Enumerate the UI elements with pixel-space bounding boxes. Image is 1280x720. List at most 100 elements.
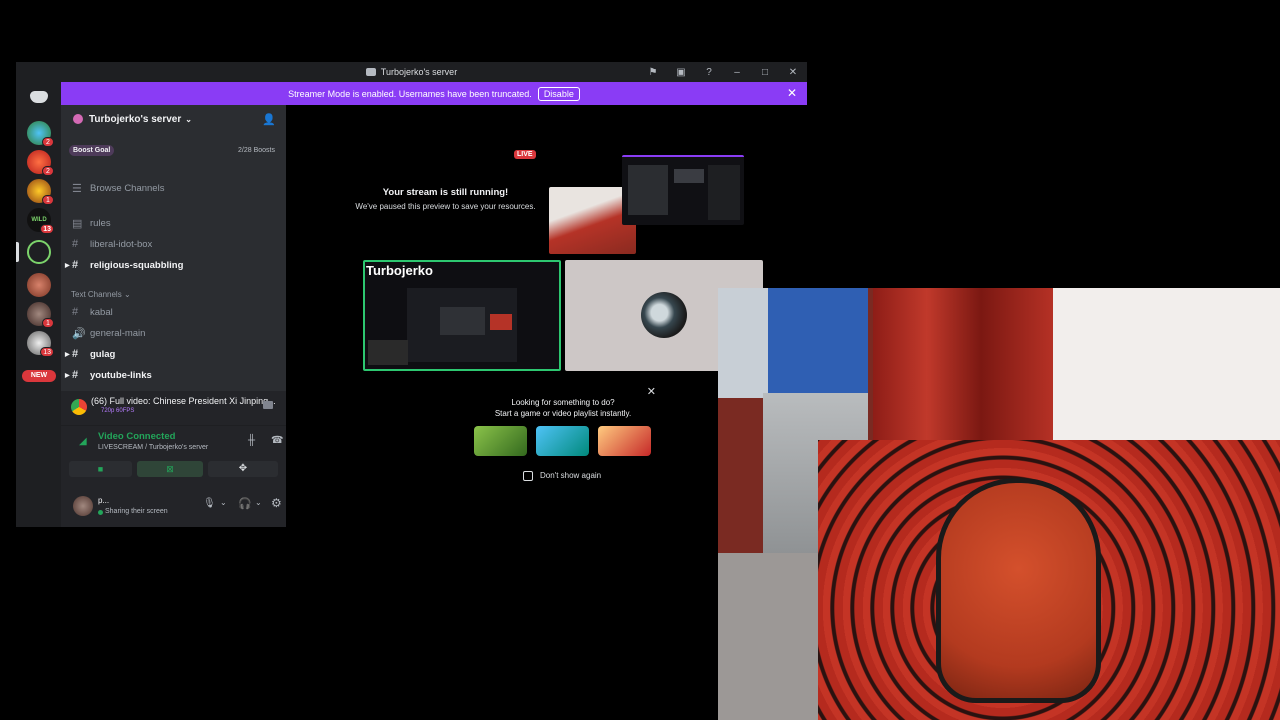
channel-sidebar: Turbojerko's server ⌄ 👤 Boost Goal 2/28 … bbox=[61, 105, 286, 527]
disable-streamer-mode-button[interactable]: Disable bbox=[537, 86, 580, 101]
invite-icon[interactable]: 👤 bbox=[262, 113, 276, 126]
minimize-button[interactable]: – bbox=[723, 67, 751, 78]
hash-icon: # bbox=[72, 306, 79, 318]
discord-home-icon[interactable] bbox=[30, 91, 48, 103]
user-name: p... bbox=[98, 496, 110, 505]
server-icon[interactable]: 1 bbox=[27, 302, 54, 328]
voice-location[interactable]: LIVESCREAM / Turbojerko's server bbox=[98, 444, 208, 451]
channel-religious-squabbling[interactable]: ▶ # religious-squabbling bbox=[65, 257, 184, 273]
category-label: Text Channels bbox=[71, 290, 122, 299]
inbox-icon[interactable]: ▣ bbox=[667, 67, 695, 78]
boost-count: 2/28 Boosts bbox=[238, 147, 275, 154]
dont-show-label: Don't show again bbox=[540, 471, 602, 480]
maximize-button[interactable]: □ bbox=[751, 67, 779, 78]
speaker-icon: 🔊 bbox=[72, 327, 86, 340]
close-banner-icon[interactable]: ✕ bbox=[787, 86, 797, 100]
channel-rules[interactable]: ▤ rules bbox=[72, 215, 111, 231]
server-icon[interactable]: 1 bbox=[27, 179, 54, 205]
activities-button[interactable]: ✥ bbox=[208, 461, 278, 477]
server-icon[interactable]: 2 bbox=[27, 150, 54, 176]
notification-badge: 2 bbox=[42, 166, 54, 176]
disconnect-icon[interactable]: ☎ bbox=[271, 435, 283, 446]
boost-goal-label: Boost Goal bbox=[69, 145, 115, 156]
browse-channels[interactable]: ☰ Browse Channels bbox=[72, 180, 164, 196]
server-name: Turbojerko's server bbox=[89, 113, 182, 125]
hash-icon: # bbox=[72, 369, 79, 381]
paused-title: Your stream is still running! bbox=[382, 187, 509, 198]
discord-window: Turbojerko's server ⚑ ▣ ? – □ ✕ Streamer… bbox=[16, 62, 807, 527]
hash-icon: # bbox=[72, 348, 79, 360]
screen-preview[interactable] bbox=[622, 155, 744, 225]
game-poker-button[interactable] bbox=[598, 426, 651, 456]
channel-gulag[interactable]: ▶ # gulag bbox=[65, 346, 116, 362]
channel-liberal-idot-box[interactable]: # liberal-idot-box bbox=[72, 236, 152, 252]
channel-youtube-links[interactable]: ▶ # youtube-links bbox=[65, 367, 152, 383]
voice-status[interactable]: Video Connected bbox=[98, 431, 175, 442]
boost-goal-bar[interactable]: Boost Goal 2/28 Boosts bbox=[69, 145, 275, 159]
category-text-channels[interactable]: Text Channels ⌄ bbox=[71, 290, 131, 299]
channel-general-main[interactable]: 🔊 general-main bbox=[72, 325, 145, 341]
live-badge: LIVE bbox=[514, 150, 536, 159]
server-badge-icon bbox=[73, 114, 83, 124]
server-icon[interactable]: WILD 13 bbox=[27, 208, 54, 234]
notification-badge: 1 bbox=[42, 318, 54, 328]
channel-label: liberal-idot-box bbox=[90, 238, 153, 250]
flag-icon[interactable]: ⚑ bbox=[639, 67, 667, 78]
tile-username: Turbojerko bbox=[366, 263, 433, 278]
server-rail: 2 2 1 WILD 13 1 13 NEW bbox=[16, 82, 61, 527]
screen-preview-content bbox=[628, 165, 668, 215]
chevron-down-icon[interactable]: ⌄ bbox=[220, 498, 227, 507]
paused-subtitle: We've paused this preview to save your r… bbox=[355, 202, 536, 211]
browse-icon: ☰ bbox=[72, 182, 82, 195]
channel-label: religious-squabbling bbox=[90, 259, 184, 271]
server-header[interactable]: Turbojerko's server ⌄ 👤 bbox=[61, 105, 286, 133]
server-icon[interactable]: 13 bbox=[27, 331, 54, 357]
channel-label: gulag bbox=[90, 348, 116, 360]
screen-preview-content bbox=[674, 169, 704, 183]
screen-share-button[interactable]: ⊠ bbox=[137, 461, 203, 477]
unread-indicator: ▶ bbox=[65, 263, 70, 269]
avatar[interactable] bbox=[73, 496, 93, 516]
microphone-icon[interactable]: 🎙 bbox=[203, 498, 216, 509]
dont-show-checkbox[interactable] bbox=[523, 471, 533, 481]
notification-badge: 2 bbox=[42, 137, 54, 147]
hash-icon: # bbox=[72, 238, 79, 250]
hash-icon: # bbox=[72, 259, 79, 271]
stop-stream-icon[interactable] bbox=[263, 401, 273, 409]
stream-tile-turbojerko[interactable]: Turbojerko bbox=[363, 260, 561, 371]
activity-promo: ✕ Looking for something to do? Start a g… bbox=[464, 385, 662, 498]
channel-kabal[interactable]: # kabal bbox=[72, 304, 113, 320]
camera-button[interactable]: ■ bbox=[69, 461, 132, 477]
server-icon[interactable]: 2 bbox=[27, 121, 54, 147]
wall-left bbox=[718, 288, 768, 398]
tile-screen-content bbox=[368, 340, 408, 365]
avatar bbox=[641, 292, 687, 338]
voice-panel: ◢ Video Connected LIVESCREAM / Turbojerk… bbox=[61, 425, 286, 485]
chevron-down-icon[interactable]: ⌄ bbox=[255, 498, 262, 507]
chevron-down-icon: ⌄ bbox=[185, 114, 192, 124]
game-chess-button[interactable] bbox=[474, 426, 527, 456]
signal-icon: ◢ bbox=[79, 436, 87, 447]
media-title: (66) Full video: Chinese President Xi Ji… bbox=[91, 396, 276, 406]
webcam-feed bbox=[718, 288, 1280, 720]
new-badge: NEW bbox=[22, 370, 56, 382]
chevron-down-icon: ⌄ bbox=[123, 290, 131, 299]
game-blob-button[interactable] bbox=[536, 426, 589, 456]
media-activity[interactable]: (66) Full video: Chinese President Xi Ji… bbox=[61, 391, 286, 425]
close-button[interactable]: ✕ bbox=[779, 67, 807, 78]
help-icon[interactable]: ? bbox=[695, 67, 723, 78]
settings-icon[interactable]: ⚙ bbox=[271, 496, 282, 510]
close-promo-icon[interactable]: ✕ bbox=[647, 385, 656, 398]
screen-preview-content bbox=[708, 165, 740, 220]
title-controls: ⚑ ▣ ? – □ ✕ bbox=[639, 62, 807, 82]
banner-text: Streamer Mode is enabled. Usernames have… bbox=[288, 88, 532, 99]
title-bar: Turbojerko's server ⚑ ▣ ? – □ ✕ bbox=[16, 62, 807, 82]
server-icon[interactable] bbox=[27, 240, 51, 264]
channel-label: general-main bbox=[90, 327, 146, 339]
rules-icon: ▤ bbox=[72, 217, 83, 230]
chair-back bbox=[936, 478, 1101, 703]
server-icon[interactable] bbox=[27, 273, 51, 297]
window-title: Turbojerko's server bbox=[380, 67, 458, 77]
noise-suppression-icon[interactable]: ╫ bbox=[248, 435, 255, 446]
headphones-icon[interactable]: 🎧 bbox=[238, 497, 252, 510]
